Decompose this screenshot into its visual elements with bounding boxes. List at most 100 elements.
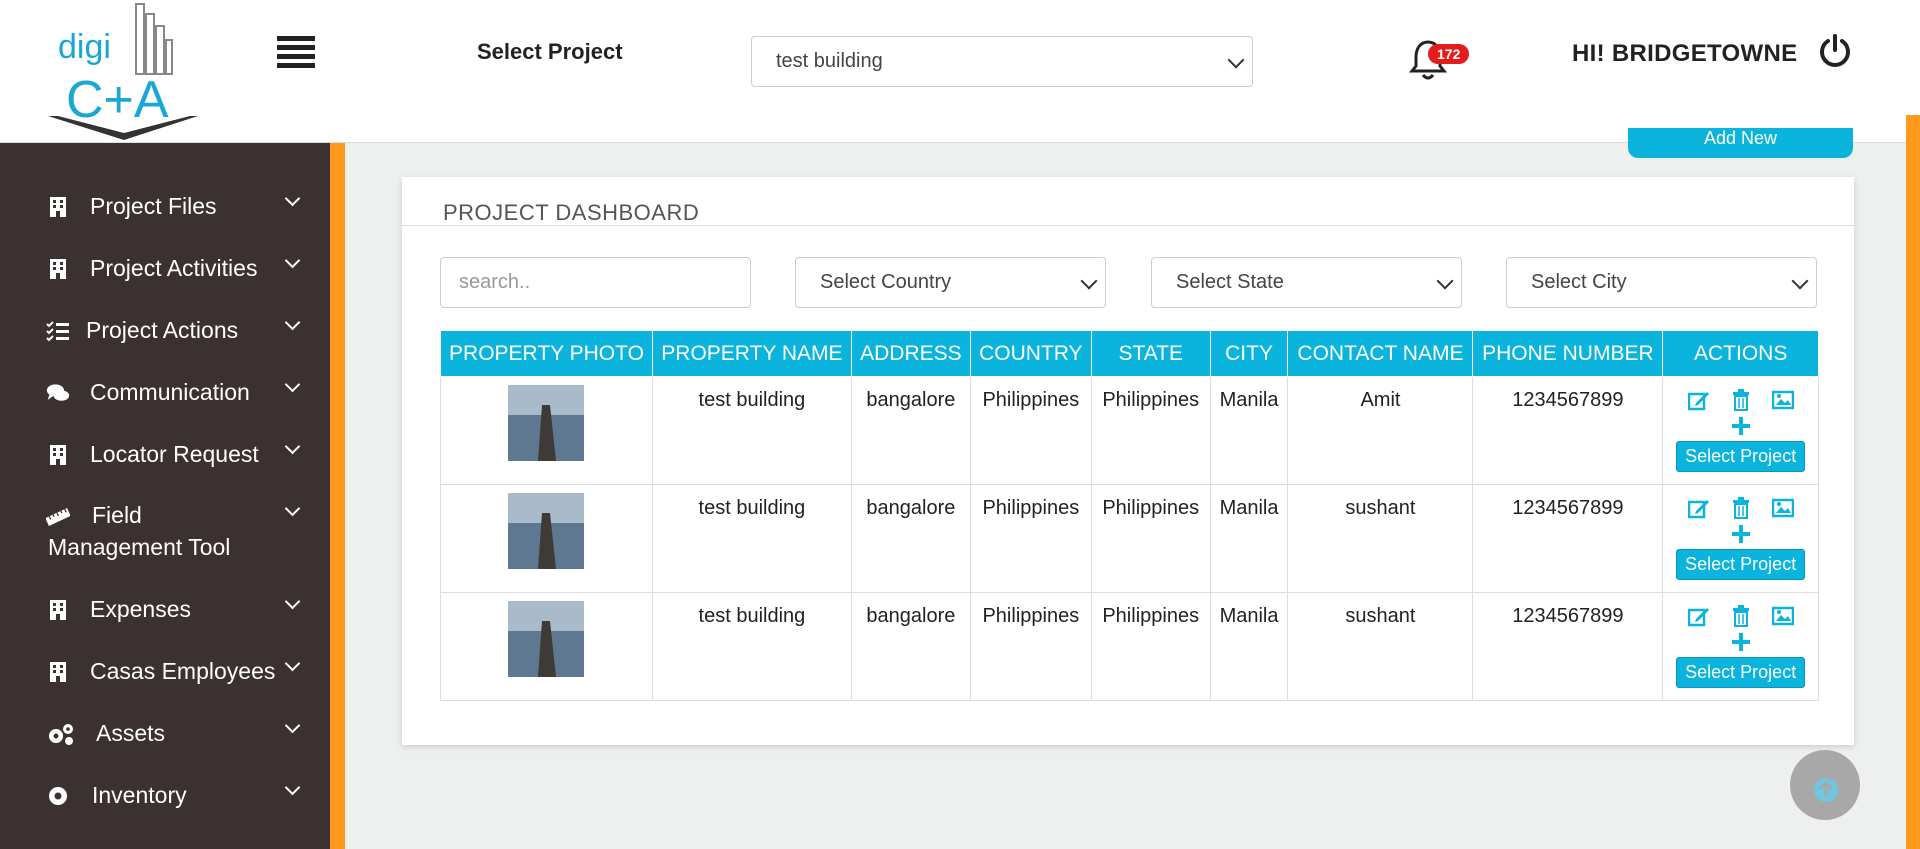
logo-text-top: digi bbox=[58, 28, 111, 66]
phone-number-cell: 1234567899 bbox=[1472, 376, 1664, 485]
sidebar-item-label: Assets bbox=[96, 720, 166, 746]
country-cell: Philippines bbox=[969, 484, 1092, 593]
city-cell: Manila bbox=[1209, 376, 1289, 485]
state-cell: Philippines bbox=[1090, 376, 1211, 485]
property-name-cell: test building bbox=[651, 376, 852, 485]
actions-cell: Select Project bbox=[1662, 592, 1819, 701]
chevron-down-icon bbox=[284, 779, 301, 796]
select-project-button[interactable]: Select Project bbox=[1676, 549, 1806, 580]
table-row[interactable]: test building bangalore Philippines Phil… bbox=[440, 484, 1819, 593]
city-cell: Manila bbox=[1209, 592, 1289, 701]
property-name-cell: test building bbox=[651, 484, 852, 593]
table-row[interactable]: test building bangalore Philippines Phil… bbox=[440, 592, 1819, 701]
add-icon[interactable] bbox=[1730, 523, 1752, 545]
city-select-value: Select City bbox=[1531, 271, 1627, 293]
project-dashboard-card: PROJECT DASHBOARD search.. Select Countr… bbox=[402, 177, 1854, 745]
edit-icon[interactable] bbox=[1687, 389, 1710, 411]
select-project-button[interactable]: Select Project bbox=[1676, 657, 1806, 688]
checklist-icon bbox=[46, 321, 69, 342]
building-icon bbox=[50, 600, 66, 620]
chevron-down-icon bbox=[284, 438, 301, 455]
country-cell: Philippines bbox=[969, 376, 1092, 485]
property-photo-cell bbox=[440, 376, 653, 485]
state-cell: Philippines bbox=[1090, 484, 1211, 593]
comments-icon bbox=[46, 384, 70, 401]
property-thumbnail[interactable] bbox=[508, 601, 585, 677]
contact-name-cell: sushant bbox=[1287, 592, 1474, 701]
select-project-label: Select Project bbox=[477, 39, 623, 64]
sidebar-item-label: Casas Employees bbox=[90, 658, 276, 684]
menu-toggle-icon[interactable] bbox=[277, 36, 315, 70]
column-header[interactable]: CONTACT NAME bbox=[1287, 330, 1474, 377]
property-photo-cell bbox=[440, 484, 653, 593]
top-header: digi C+A Select Project test building 17… bbox=[0, 0, 1906, 143]
state-select[interactable]: Select State bbox=[1151, 257, 1462, 308]
country-select-value: Select Country bbox=[820, 271, 952, 293]
country-select[interactable]: Select Country bbox=[795, 257, 1106, 308]
chevron-down-icon bbox=[1227, 51, 1245, 68]
project-select-value: test building bbox=[776, 50, 883, 72]
chevron-down-icon bbox=[284, 717, 301, 734]
column-header[interactable]: PHONE NUMBER bbox=[1472, 330, 1664, 377]
column-header[interactable]: CITY bbox=[1209, 330, 1289, 377]
power-icon[interactable] bbox=[1818, 34, 1852, 68]
select-project-button[interactable]: Select Project bbox=[1676, 441, 1806, 472]
column-header[interactable]: ADDRESS bbox=[850, 330, 971, 377]
city-cell: Manila bbox=[1209, 484, 1289, 593]
add-icon[interactable] bbox=[1730, 415, 1752, 437]
table-row[interactable]: test building bangalore Philippines Phil… bbox=[440, 376, 1819, 485]
sidebar-item-label: Expenses bbox=[90, 596, 192, 622]
property-photo-cell bbox=[440, 592, 653, 701]
edit-icon[interactable] bbox=[1687, 605, 1710, 627]
cog-icon bbox=[49, 787, 67, 805]
app-logo[interactable]: digi C+A bbox=[44, 0, 204, 143]
address-cell: bangalore bbox=[850, 484, 971, 593]
project-select[interactable]: test building bbox=[751, 36, 1253, 87]
projects-table: PROPERTY PHOTO PROPERTY NAME ADDRESS COU… bbox=[440, 330, 1819, 701]
image-icon[interactable] bbox=[1771, 497, 1794, 519]
chevron-down-icon bbox=[284, 252, 301, 269]
logo-text-bottom: C+A bbox=[66, 71, 169, 129]
building-icon bbox=[50, 445, 66, 465]
notification-badge: 172 bbox=[1428, 44, 1470, 64]
scroll-to-top-button[interactable] bbox=[1790, 750, 1860, 820]
sidebar-item-label: Project Activities bbox=[90, 255, 258, 281]
state-select-value: Select State bbox=[1176, 271, 1284, 293]
actions-cell: Select Project bbox=[1662, 376, 1819, 485]
image-icon[interactable] bbox=[1771, 389, 1794, 411]
state-cell: Philippines bbox=[1090, 592, 1211, 701]
building-icon bbox=[50, 662, 66, 682]
address-cell: bangalore bbox=[850, 376, 971, 485]
chevron-down-icon bbox=[1436, 272, 1454, 289]
property-thumbnail[interactable] bbox=[508, 385, 585, 461]
contact-name-cell: Amit bbox=[1287, 376, 1474, 485]
edit-icon[interactable] bbox=[1687, 497, 1710, 519]
chevron-down-icon bbox=[284, 500, 301, 517]
sidebar: Project Files Project Activities Project… bbox=[0, 143, 330, 849]
city-select[interactable]: Select City bbox=[1506, 257, 1817, 308]
sidebar-accent-stripe bbox=[330, 143, 345, 849]
column-header[interactable]: STATE bbox=[1090, 330, 1211, 377]
column-header[interactable]: PROPERTY PHOTO bbox=[440, 330, 653, 377]
sidebar-item-label: Field Management Tool bbox=[48, 502, 231, 560]
property-name-cell: test building bbox=[651, 592, 852, 701]
delete-icon[interactable] bbox=[1730, 389, 1752, 411]
delete-icon[interactable] bbox=[1730, 497, 1752, 519]
add-icon[interactable] bbox=[1730, 631, 1752, 653]
chevron-down-icon bbox=[284, 376, 301, 393]
sidebar-item-label: Project Actions bbox=[86, 317, 239, 343]
user-greeting: HI! BRIDGETOWNE bbox=[1572, 40, 1798, 67]
sidebar-item-label: Inventory bbox=[92, 782, 187, 808]
search-input[interactable]: search.. bbox=[440, 257, 751, 308]
page-title: PROJECT DASHBOARD bbox=[443, 200, 700, 225]
add-new-button[interactable]: Add New bbox=[1628, 128, 1853, 158]
property-thumbnail[interactable] bbox=[508, 493, 585, 569]
phone-number-cell: 1234567899 bbox=[1472, 484, 1664, 593]
cogs-icon bbox=[49, 724, 73, 745]
delete-icon[interactable] bbox=[1730, 605, 1752, 627]
search-placeholder: search.. bbox=[459, 271, 531, 293]
table-header-row: PROPERTY PHOTO PROPERTY NAME ADDRESS COU… bbox=[440, 330, 1819, 377]
image-icon[interactable] bbox=[1771, 605, 1794, 627]
column-header[interactable]: PROPERTY NAME bbox=[651, 330, 852, 377]
column-header[interactable]: COUNTRY bbox=[969, 330, 1092, 377]
